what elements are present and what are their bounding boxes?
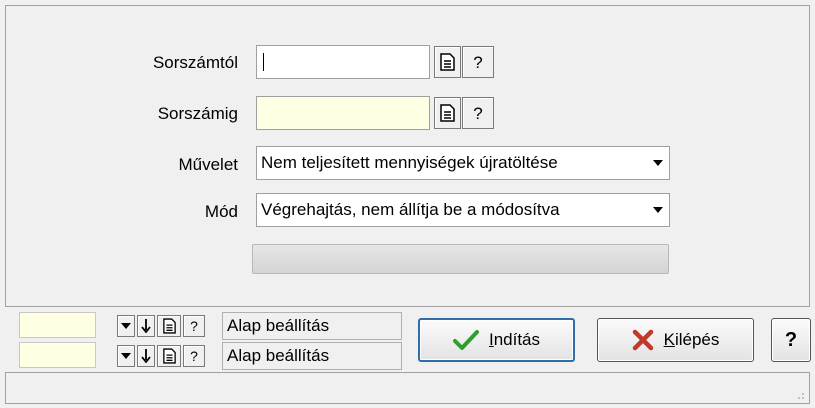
operation-value: Nem teljesített mennyiségek újratöltése xyxy=(261,153,558,172)
help-icon: ? xyxy=(190,318,198,334)
to-input[interactable] xyxy=(256,96,430,130)
dropdown-icon xyxy=(121,353,131,359)
preset-2-down-button[interactable] xyxy=(137,345,155,367)
mode-label: Mód xyxy=(204,202,238,221)
preset-1-doc-button[interactable] xyxy=(157,315,181,337)
start-button[interactable]: Indítás xyxy=(418,318,575,362)
down-arrow-icon xyxy=(141,319,151,333)
x-icon xyxy=(632,329,653,351)
preset-1-dropdown-button[interactable] xyxy=(117,315,135,337)
preset-1-input[interactable] xyxy=(19,312,96,338)
dropdown-icon xyxy=(653,160,663,166)
status-bar xyxy=(5,372,810,404)
help-icon: ? xyxy=(473,52,483,72)
document-icon xyxy=(440,104,455,122)
from-input[interactable] xyxy=(256,45,430,79)
start-label: Indítás xyxy=(488,330,541,349)
exit-label: Kilépés xyxy=(663,330,720,349)
progress-bar xyxy=(252,244,669,274)
help-icon: ? xyxy=(473,103,483,123)
help-icon: ? xyxy=(190,348,198,364)
checkmark-icon xyxy=(452,330,479,350)
to-label: Sorszámig xyxy=(157,104,238,123)
preset-2-dropdown-button[interactable] xyxy=(117,345,135,367)
resize-grip-icon[interactable] xyxy=(793,388,805,400)
document-icon xyxy=(440,53,455,71)
exit-button[interactable]: Kilépés xyxy=(597,318,754,362)
from-lookup-button[interactable] xyxy=(434,46,461,78)
preset-1-down-button[interactable] xyxy=(137,315,155,337)
to-lookup-button[interactable] xyxy=(434,97,461,129)
dropdown-icon xyxy=(653,207,663,213)
text-caret xyxy=(263,53,264,71)
down-arrow-icon xyxy=(141,349,151,363)
document-icon xyxy=(162,348,176,364)
preset-2-label: Alap beállítás xyxy=(222,342,402,370)
operation-label: Művelet xyxy=(178,155,238,174)
help-icon: ? xyxy=(784,328,798,351)
preset-2-help-button[interactable]: ? xyxy=(183,345,205,367)
dropdown-icon xyxy=(121,323,131,329)
from-help-button[interactable]: ? xyxy=(462,46,494,78)
mode-value: Végrehajtás, nem állítja be a módosítva xyxy=(261,200,560,219)
from-label: Sorszámtól xyxy=(152,53,238,72)
preset-2-doc-button[interactable] xyxy=(157,345,181,367)
operation-select[interactable]: Nem teljesített mennyiségek újratöltése xyxy=(256,146,670,180)
mode-select[interactable]: Végrehajtás, nem állítja be a módosítva xyxy=(256,193,670,227)
to-help-button[interactable]: ? xyxy=(462,97,494,129)
preset-1-label: Alap beállítás xyxy=(222,312,402,340)
document-icon xyxy=(162,318,176,334)
help-button[interactable]: ? xyxy=(771,318,811,362)
preset-1-help-button[interactable]: ? xyxy=(183,315,205,337)
preset-2-input[interactable] xyxy=(19,342,96,368)
